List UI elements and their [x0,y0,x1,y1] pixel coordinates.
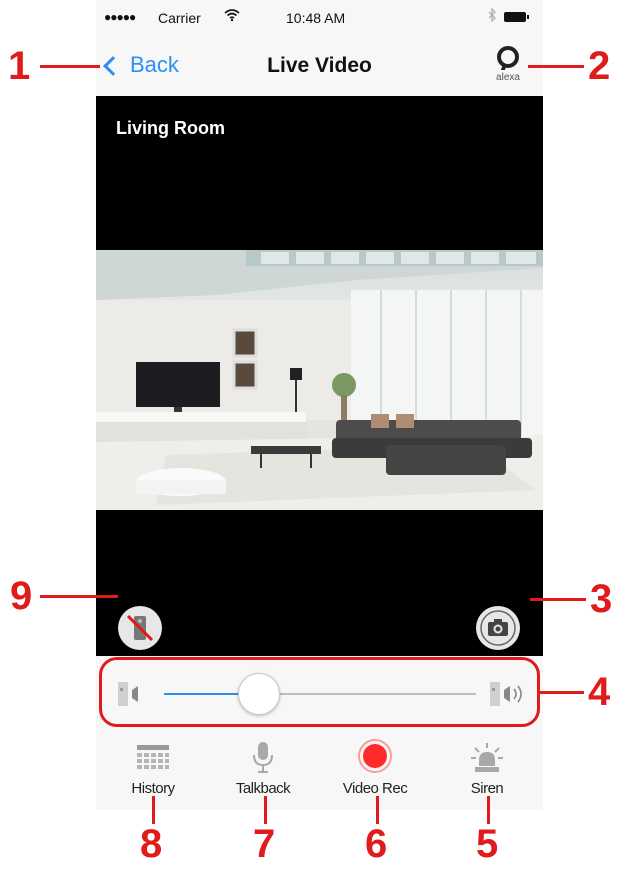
callout-line-8 [152,796,155,824]
callout-7: 7 [253,822,276,866]
siren-icon [432,736,542,774]
callout-line-6 [376,796,379,824]
callout-4: 4 [588,670,611,714]
callout-line-7 [264,796,267,824]
battery-icon [504,12,529,22]
callout-9: 9 [10,574,33,618]
callout-5: 5 [476,822,499,866]
camera-name-label: Living Room [116,118,225,138]
callout-line-1 [40,65,100,68]
annotated-screenshot: ●●●●● Carrier 10:48 AM Back Live Video a… [0,0,623,869]
callout-1: 1 [8,44,31,88]
camera-muted-icon [126,614,154,642]
page-title: Live Video [267,54,372,77]
living-room-video-frame [96,250,543,510]
carrier-label: Carrier [158,10,201,26]
callout-line-5 [487,796,490,824]
record-icon [320,736,430,774]
alexa-label: alexa [496,72,520,83]
callout-8: 8 [140,822,163,866]
callout-line-4 [540,691,584,694]
tab-siren-label: Siren [470,780,504,797]
calendar-grid-icon [98,736,208,774]
snapshot-button[interactable] [476,606,520,650]
tab-talkback-label: Talkback [235,780,291,797]
callout-highlight-box [99,657,540,727]
wifi-icon [224,8,240,25]
navigation-bar: Back Live Video alexa [96,36,543,96]
callout-2: 2 [588,44,611,88]
microphone-icon [208,736,318,774]
tab-talkback[interactable]: Talkback [208,736,318,806]
callout-6: 6 [365,822,388,866]
alexa-button[interactable]: alexa [488,42,528,92]
tab-video-rec[interactable]: Video Rec [320,736,430,806]
live-video-view[interactable]: Living Room [96,96,543,656]
tab-history-label: History [131,780,175,797]
tab-video-rec-label: Video Rec [342,780,408,797]
alexa-icon [497,46,519,68]
status-bar: ●●●●● Carrier 10:48 AM [96,0,543,36]
bottom-tab-bar: History Talkback Video Rec Siren [96,732,543,810]
callout-line-9 [40,595,118,598]
callout-3: 3 [590,577,613,621]
bluetooth-icon [488,7,496,25]
callout-line-2 [528,65,584,68]
camera-icon [480,610,516,646]
signal-icon: ●●●●● [104,10,136,24]
mute-camera-button[interactable] [118,606,162,650]
callout-line-3 [530,598,586,601]
clock-time: 10:48 AM [286,10,346,26]
